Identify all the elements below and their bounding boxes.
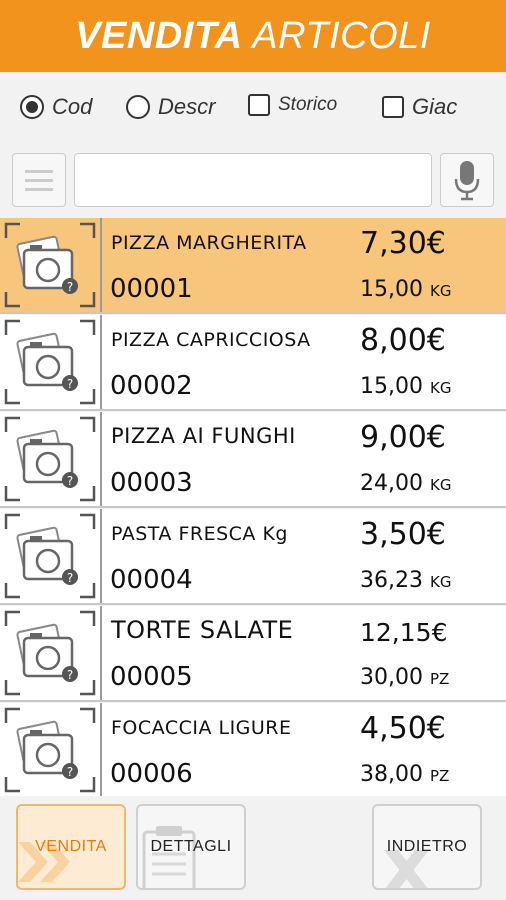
item-stock: 30,00 xyxy=(360,665,423,690)
article-list[interactable]: ? PIZZA MARGHERITA 00001 7,30€ 15,00 KG … xyxy=(0,218,506,796)
camera-placeholder-icon: ? xyxy=(0,412,102,506)
svg-text:?: ? xyxy=(67,571,73,585)
item-name: TORTE SALATE xyxy=(111,616,294,644)
menu-button[interactable] xyxy=(12,153,66,207)
item-stock: 24,00 xyxy=(360,471,423,496)
item-unit: KG xyxy=(430,476,452,494)
item-name: PIZZA AI FUNGHI xyxy=(111,424,296,448)
indietro-button[interactable]: INDIETRO xyxy=(372,804,482,890)
camera-placeholder-icon: ? xyxy=(0,315,102,409)
item-code: 00003 xyxy=(110,468,193,498)
item-unit: KG xyxy=(430,379,452,397)
svg-text:?: ? xyxy=(67,765,73,779)
item-code: 00005 xyxy=(110,662,193,692)
list-item[interactable]: ? PIZZA MARGHERITA 00001 7,30€ 15,00 KG xyxy=(0,218,506,314)
vendita-label: VENDITA xyxy=(35,838,107,855)
list-item[interactable]: ? PIZZA CAPRICCIOSA 00002 8,00€ 15,00 KG xyxy=(0,315,506,411)
indietro-label: INDIETRO xyxy=(386,838,468,855)
filter-bar: Cod Descr Storico Giac xyxy=(0,72,506,144)
app-header: VENDITA ARTICOLI xyxy=(0,0,506,72)
list-item[interactable]: ? PIZZA AI FUNGHI 00003 9,00€ 24,00 KG xyxy=(0,412,506,508)
filter-descr-radio[interactable]: Descr xyxy=(126,94,215,120)
svg-text:?: ? xyxy=(67,668,73,682)
item-price: 12,15€ xyxy=(360,618,448,647)
radio-selected-icon xyxy=(20,95,44,119)
item-price: 9,00€ xyxy=(360,420,446,455)
checkbox-icon xyxy=(248,94,270,116)
item-code: 00002 xyxy=(110,371,193,401)
item-code: 00006 xyxy=(110,759,193,789)
item-unit: KG xyxy=(430,573,452,591)
item-code: 00001 xyxy=(110,274,193,304)
item-price: 7,30€ xyxy=(360,226,446,261)
filter-giac-label: Giac xyxy=(412,94,458,119)
item-stock: 15,00 xyxy=(360,374,423,399)
page-title: VENDITA ARTICOLI xyxy=(75,15,431,58)
vendita-button[interactable]: VENDITA xyxy=(16,804,126,890)
footer-toolbar: VENDITA DETTAGLI INDIETRO xyxy=(0,796,506,900)
camera-placeholder-icon: ? xyxy=(0,606,102,700)
voice-search-button[interactable] xyxy=(440,153,494,207)
item-unit: PZ xyxy=(430,670,450,688)
page-title-bold: VENDITA xyxy=(75,14,243,57)
item-name: FOCACCIA LIGURE xyxy=(111,717,292,739)
filter-cod-label: Cod xyxy=(52,94,93,119)
filter-descr-label: Descr xyxy=(158,94,216,119)
filter-storico-label: Storico xyxy=(278,94,338,115)
item-price: 4,50€ xyxy=(360,711,446,746)
list-item[interactable]: ? FOCACCIA LIGURE 00006 4,50€ 38,00 PZ xyxy=(0,703,506,796)
camera-placeholder-icon: ? xyxy=(0,218,102,312)
svg-text:?: ? xyxy=(67,474,73,488)
radio-empty-icon xyxy=(126,95,150,119)
item-price: 3,50€ xyxy=(360,517,446,552)
item-code: 00004 xyxy=(110,565,193,595)
list-item[interactable]: ? PASTA FRESCA Kg 00004 3,50€ 36,23 KG xyxy=(0,509,506,605)
filter-cod-radio[interactable]: Cod xyxy=(20,94,92,120)
dettagli-button[interactable]: DETTAGLI xyxy=(136,804,246,890)
item-unit: PZ xyxy=(430,767,450,785)
camera-placeholder-icon: ? xyxy=(0,703,102,796)
item-stock: 36,23 xyxy=(360,568,423,593)
dettagli-label: DETTAGLI xyxy=(150,838,232,855)
item-stock: 38,00 xyxy=(360,762,423,787)
item-name: PIZZA MARGHERITA xyxy=(111,232,307,254)
filter-giac-checkbox[interactable]: Giac xyxy=(382,94,457,120)
filter-storico-checkbox[interactable]: Storico xyxy=(248,94,337,116)
camera-placeholder-icon: ? xyxy=(0,509,102,603)
search-input[interactable] xyxy=(74,153,432,207)
microphone-icon xyxy=(454,161,480,201)
menu-icon xyxy=(25,169,53,173)
page-title-light: ARTICOLI xyxy=(252,14,431,57)
svg-text:?: ? xyxy=(67,377,73,391)
svg-text:?: ? xyxy=(67,280,73,294)
checkbox-icon xyxy=(382,96,404,118)
item-unit: KG xyxy=(430,282,452,300)
item-price: 8,00€ xyxy=(360,323,446,358)
item-name: PASTA FRESCA Kg xyxy=(111,523,288,545)
item-name: PIZZA CAPRICCIOSA xyxy=(111,329,311,351)
item-stock: 15,00 xyxy=(360,277,423,302)
search-bar xyxy=(0,153,506,209)
list-item[interactable]: ? TORTE SALATE 00005 12,15€ 30,00 PZ xyxy=(0,606,506,702)
